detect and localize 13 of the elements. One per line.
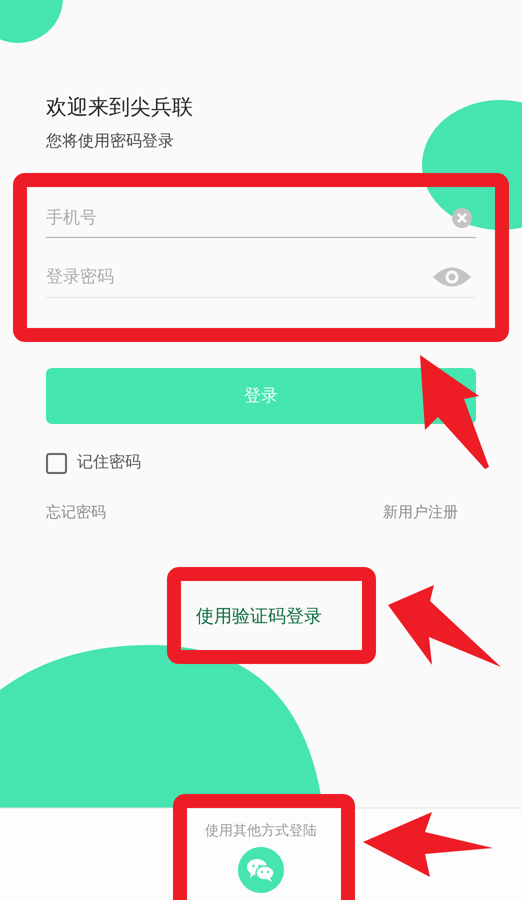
password-field[interactable]: 登录密码 bbox=[46, 264, 432, 290]
chat-bubbles-icon bbox=[246, 857, 276, 883]
clear-icon[interactable] bbox=[452, 208, 472, 228]
remember-label: 记住密码 bbox=[77, 452, 141, 473]
register-link[interactable]: 新用户注册 bbox=[383, 502, 458, 524]
eye-icon[interactable] bbox=[432, 266, 472, 288]
phone-field[interactable]: 手机号 bbox=[46, 204, 452, 230]
remember-checkbox[interactable] bbox=[46, 452, 67, 474]
subtitle: 您将使用密码登录 bbox=[46, 132, 175, 152]
forgot-password-link[interactable]: 忘记密码 bbox=[46, 502, 106, 524]
other-login-label: 使用其他方式登陆 bbox=[205, 821, 317, 840]
welcome-title: 欢迎来到尖兵联 bbox=[46, 95, 194, 121]
sms-login-link[interactable]: 使用验证码登录 bbox=[196, 606, 322, 626]
